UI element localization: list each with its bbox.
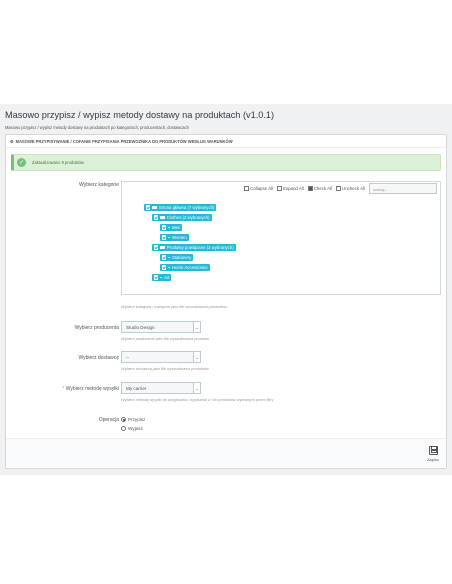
checkbox-empty-icon xyxy=(336,185,342,191)
supplier-help: Wybierz dostawcę jako filtr wyszukiwania… xyxy=(121,367,209,371)
bullet-icon xyxy=(168,266,170,269)
settings-panel: ⚙ MASOWE PRZYPISYWANIE / COFANIE PRZYPIS… xyxy=(5,134,447,469)
checkbox-checked-icon xyxy=(162,235,167,240)
uncheck-all-label: Uncheck All xyxy=(342,185,365,191)
collapse-all-button[interactable]: Collapse All xyxy=(244,185,273,191)
uncheck-all-button[interactable]: Uncheck All xyxy=(336,185,365,191)
radio-empty-icon xyxy=(121,426,126,431)
bullet-icon xyxy=(168,256,170,259)
collapse-icon xyxy=(244,185,250,191)
supplier-value: -- xyxy=(126,355,130,360)
tree-node-label: Produkty powiązane (2 wybranych) xyxy=(166,245,234,250)
checkbox-checked-icon xyxy=(154,275,159,280)
tree-node-label: Home Accessories xyxy=(171,265,208,270)
check-all-button[interactable]: Check All xyxy=(307,185,333,191)
bullet-icon xyxy=(168,226,170,229)
tree-node-clothes[interactable]: Clothes (2 wybranych) xyxy=(152,214,212,221)
tree-node-label: Strona główna (7 wybranych) xyxy=(158,205,215,210)
folder-icon xyxy=(160,215,165,220)
radio-selected-icon xyxy=(121,417,126,422)
tree-toolbar: Collapse All Expand All Check All Unchec… xyxy=(244,182,440,194)
carrier-value: My carrier xyxy=(126,386,147,391)
carrier-label-row: * Wybierz metodę wysyłki xyxy=(9,386,119,392)
manufacturer-help: Wybierz producenta jako filtr wyszukiwan… xyxy=(121,337,209,341)
expand-all-button[interactable]: Expand All xyxy=(276,185,304,191)
folder-icon xyxy=(152,205,157,210)
tree-node-home-accessories[interactable]: Home Accessories xyxy=(160,264,210,271)
chevron-down-icon: ⌄ xyxy=(193,383,200,393)
expand-all-label: Expand All xyxy=(282,185,304,191)
required-mark: * xyxy=(62,386,65,392)
carrier-help: Wybierz metodę wysyłki do przypisania / … xyxy=(121,398,274,402)
cogs-icon: ⚙ xyxy=(10,138,14,144)
save-label: Zapisz xyxy=(427,457,439,462)
panel-heading-text: MASOWE PRZYPISYWANIE / COFANIE PRZYPISAN… xyxy=(15,138,233,144)
checkbox-checked-icon xyxy=(154,215,159,220)
radio-assign-label: Przypisz xyxy=(128,417,146,422)
chevron-down-icon: ⌄ xyxy=(193,352,200,362)
tree-node-label: Clothes (2 wybranych) xyxy=(166,215,210,220)
panel-heading: ⚙ MASOWE PRZYPISYWANIE / COFANIE PRZYPIS… xyxy=(6,135,446,148)
tree-node-women[interactable]: Women xyxy=(160,234,189,241)
collapse-all-label: Collapse All xyxy=(250,185,273,191)
tree-node-label: Art xyxy=(163,275,170,280)
category-tree: Collapse All Expand All Check All Unchec… xyxy=(121,181,441,295)
checkbox-checked-icon xyxy=(146,205,151,210)
tree-node-label: Stationery xyxy=(171,255,192,260)
checkbox-checked-icon xyxy=(162,265,167,270)
radio-unassign-label: Wypisz xyxy=(128,426,143,431)
checkbox-checked-icon xyxy=(307,185,313,191)
supplier-label: Wybierz dostawcę xyxy=(78,355,119,361)
checkbox-checked-icon xyxy=(162,225,167,230)
tree-node-art[interactable]: Art xyxy=(152,274,172,281)
checkbox-checked-icon xyxy=(162,255,167,260)
folder-icon xyxy=(160,245,165,250)
tree-node-home[interactable]: Strona główna (7 wybranych) xyxy=(144,204,217,211)
expand-icon xyxy=(276,185,282,191)
manufacturer-value: Studio Design xyxy=(126,325,155,330)
page-subtitle: Masowo przypisz / wypisz metody dostawy … xyxy=(5,125,189,130)
tree-node-label: Men xyxy=(171,225,181,230)
operation-label: Operacja xyxy=(98,417,119,423)
category-search-input[interactable]: szukaj... xyxy=(369,182,437,194)
page-content: Masowo przypisz / wypisz metody dostawy … xyxy=(0,104,452,475)
carrier-select[interactable]: My carrier ⌄ xyxy=(121,382,201,394)
supplier-select[interactable]: -- ⌄ xyxy=(121,351,201,363)
bullet-icon xyxy=(168,236,170,239)
radio-unassign[interactable]: Wypisz xyxy=(121,426,143,431)
checkbox-checked-icon xyxy=(154,245,159,250)
tree-node-men[interactable]: Men xyxy=(160,224,183,231)
check-all-label: Check All xyxy=(313,185,333,191)
tree-node-related-products[interactable]: Produkty powiązane (2 wybranych) xyxy=(152,244,236,251)
category-label: Wybierz kategorie xyxy=(79,182,119,188)
success-alert: ✓ Zaktualizowano 9 produktów xyxy=(11,154,441,171)
bullet-icon xyxy=(160,276,162,279)
check-circle-icon: ✓ xyxy=(17,158,26,167)
panel-footer: Zapisz xyxy=(6,438,446,468)
tree-node-label: Women xyxy=(171,235,187,240)
chevron-down-icon: ⌄ xyxy=(193,322,200,332)
category-help: Wybierz kategorię / kategorie jako filtr… xyxy=(121,305,228,309)
carrier-label: Wybierz metodę wysyłki xyxy=(65,386,119,392)
page-title: Masowo przypisz / wypisz metody dostawy … xyxy=(5,110,275,120)
tree-node-stationery[interactable]: Stationery xyxy=(160,254,194,261)
save-icon xyxy=(428,446,438,455)
manufacturer-select[interactable]: Studio Design ⌄ xyxy=(121,321,201,333)
success-alert-text: Zaktualizowano 9 produktów xyxy=(32,160,84,165)
radio-assign[interactable]: Przypisz xyxy=(121,417,145,422)
save-button[interactable]: Zapisz xyxy=(424,442,442,466)
manufacturer-label: Wybierz producenta xyxy=(74,325,119,331)
